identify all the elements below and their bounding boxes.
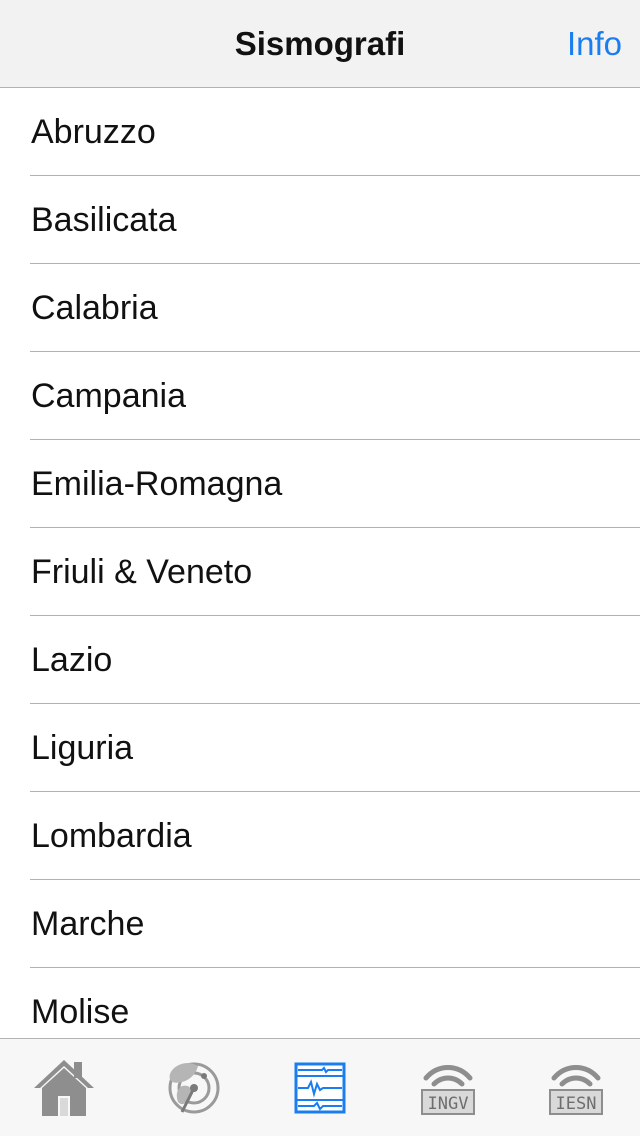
list-item[interactable]: Calabria bbox=[0, 264, 640, 352]
info-button[interactable]: Info bbox=[567, 0, 622, 88]
list-item[interactable]: Marche bbox=[0, 880, 640, 968]
home-icon bbox=[34, 1059, 94, 1116]
list-item[interactable]: Lombardia bbox=[0, 792, 640, 880]
screen: Sismografi Info Abruzzo Basilicata Calab… bbox=[0, 0, 640, 1136]
list-item-label: Emilia-Romagna bbox=[31, 465, 283, 503]
iesn-signal-icon: IESN bbox=[549, 1064, 603, 1115]
list-item[interactable]: Friuli & Veneto bbox=[0, 528, 640, 616]
iesn-label: IESN bbox=[556, 1094, 597, 1114]
list-item-label: Basilicata bbox=[31, 201, 177, 239]
list-item[interactable]: Campania bbox=[0, 352, 640, 440]
ingv-label: INGV bbox=[428, 1094, 469, 1114]
tab-seismograph[interactable] bbox=[256, 1039, 384, 1136]
list-item-label: Campania bbox=[31, 377, 186, 415]
tab-iesn[interactable]: IESN bbox=[512, 1039, 640, 1136]
list-item-label: Molise bbox=[31, 993, 130, 1031]
radar-icon bbox=[168, 1062, 220, 1113]
tab-home[interactable] bbox=[0, 1039, 128, 1136]
list-item[interactable]: Liguria bbox=[0, 704, 640, 792]
list-item-label: Lazio bbox=[31, 641, 113, 679]
list-item[interactable]: Lazio bbox=[0, 616, 640, 704]
list-item-label: Lombardia bbox=[31, 817, 192, 855]
list-item[interactable]: Basilicata bbox=[0, 176, 640, 264]
seismograph-icon bbox=[294, 1062, 346, 1113]
tab-bar: INGV IESN bbox=[0, 1038, 640, 1136]
list-item[interactable]: Abruzzo bbox=[0, 88, 640, 176]
tab-radar[interactable] bbox=[128, 1039, 256, 1136]
tab-ingv[interactable]: INGV bbox=[384, 1039, 512, 1136]
list-item-label: Marche bbox=[31, 905, 145, 943]
region-list[interactable]: Abruzzo Basilicata Calabria Campania Emi… bbox=[0, 88, 640, 1038]
list-item-label: Liguria bbox=[31, 729, 134, 767]
page-title: Sismografi bbox=[234, 25, 406, 62]
navigation-bar: Sismografi Info bbox=[0, 0, 640, 88]
list-item[interactable]: Emilia-Romagna bbox=[0, 440, 640, 528]
list-item-label: Friuli & Veneto bbox=[31, 553, 253, 591]
ingv-signal-icon: INGV bbox=[421, 1064, 475, 1115]
list-item[interactable]: Molise bbox=[0, 968, 640, 1038]
list-item-label: Calabria bbox=[31, 289, 158, 327]
list-item-label: Abruzzo bbox=[31, 113, 156, 151]
